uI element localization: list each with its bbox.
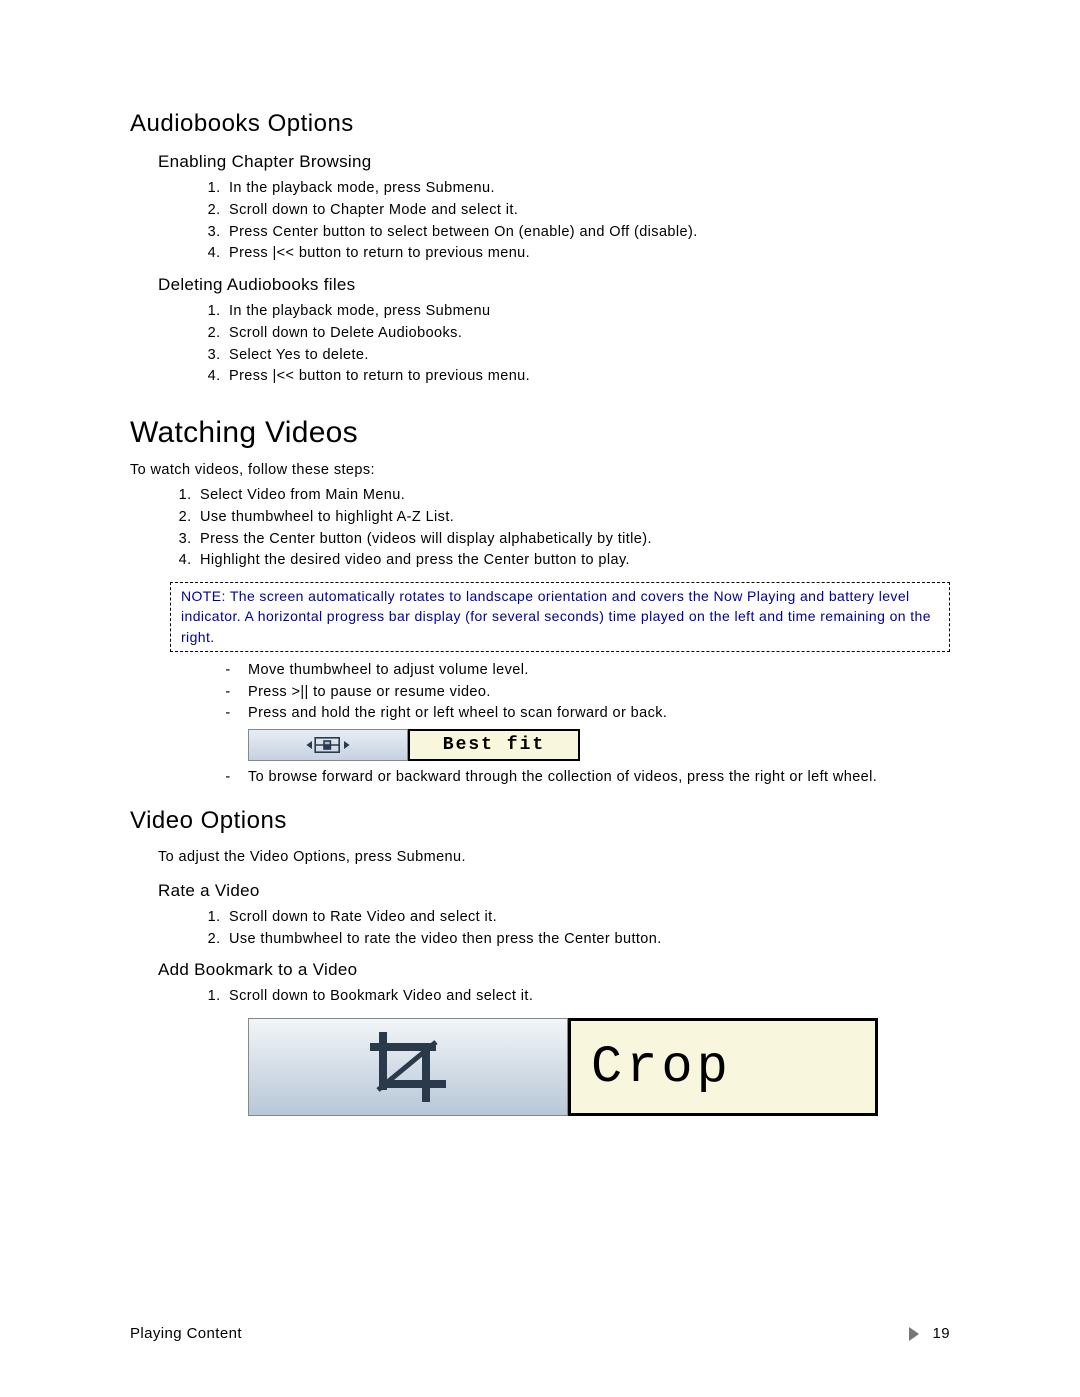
heading-add-bookmark: Add Bookmark to a Video bbox=[158, 960, 950, 980]
crop-label: Crop bbox=[591, 1038, 732, 1097]
list-item: Select Video from Main Menu. bbox=[196, 485, 950, 507]
best-fit-label: Best fit bbox=[443, 735, 545, 755]
heading-video-options: Video Options bbox=[130, 807, 950, 835]
list-item: In the playback mode, press Submenu. bbox=[225, 178, 950, 200]
list-item: Press |<< button to return to previous m… bbox=[225, 243, 950, 265]
list-item: Select Yes to delete. bbox=[225, 345, 950, 367]
list-bookmark-steps: Scroll down to Bookmark Video and select… bbox=[225, 986, 950, 1008]
dash-item: - Move thumbwheel to adjust volume level… bbox=[208, 660, 950, 682]
list-item: Highlight the desired video and press th… bbox=[196, 550, 950, 572]
dash-item: - Press and hold the right or left wheel… bbox=[208, 703, 950, 725]
list-watching-steps: Select Video from Main Menu. Use thumbwh… bbox=[196, 485, 950, 572]
dash-item: - Press >|| to pause or resume video. bbox=[208, 682, 950, 704]
dash-bullet: - bbox=[208, 703, 248, 725]
dash-text: Press and hold the right or left wheel t… bbox=[248, 703, 950, 725]
list-item: Press |<< button to return to previous m… bbox=[225, 366, 950, 388]
list-item: In the playback mode, press Submenu bbox=[225, 301, 950, 323]
dash-item: - To browse forward or backward through … bbox=[208, 767, 950, 789]
list-item: Scroll down to Delete Audiobooks. bbox=[225, 323, 950, 345]
heading-rate-video: Rate a Video bbox=[158, 881, 950, 901]
crop-graphic: Crop bbox=[248, 1018, 950, 1116]
heading-deleting-audiobooks: Deleting Audiobooks files bbox=[158, 275, 950, 295]
crop-label-panel: Crop bbox=[568, 1018, 878, 1116]
crop-icon-panel bbox=[248, 1018, 568, 1116]
list-item: Press the Center button (videos will dis… bbox=[196, 529, 950, 551]
list-item: Scroll down to Rate Video and select it. bbox=[225, 907, 950, 929]
list-rate-video-steps: Scroll down to Rate Video and select it.… bbox=[225, 907, 950, 951]
list-chapter-browsing-steps: In the playback mode, press Submenu. Scr… bbox=[225, 178, 950, 265]
note-landscape-orientation: NOTE: The screen automatically rotates t… bbox=[170, 582, 950, 652]
list-item: Scroll down to Chapter Mode and select i… bbox=[225, 200, 950, 222]
best-fit-graphic: Best fit bbox=[248, 729, 950, 761]
footer-page-number: 19 bbox=[933, 1325, 951, 1342]
dash-bullet: - bbox=[208, 660, 248, 682]
fit-screen-icon bbox=[303, 733, 353, 757]
video-options-intro: To adjust the Video Options, press Subme… bbox=[158, 849, 950, 865]
watching-intro: To watch videos, follow these steps: bbox=[130, 460, 950, 481]
dash-text: Move thumbwheel to adjust volume level. bbox=[248, 660, 950, 682]
footer-section: Playing Content bbox=[130, 1325, 242, 1342]
heading-audiobooks-options: Audiobooks Options bbox=[130, 110, 950, 138]
list-item: Use thumbwheel to rate the video then pr… bbox=[225, 929, 950, 951]
dash-bullet: - bbox=[208, 682, 248, 704]
best-fit-icon-panel bbox=[248, 729, 408, 761]
list-item: Press Center button to select between On… bbox=[225, 222, 950, 244]
list-deleting-audiobooks-steps: In the playback mode, press Submenu Scro… bbox=[225, 301, 950, 388]
best-fit-label-panel: Best fit bbox=[408, 729, 580, 761]
dash-text: To browse forward or backward through th… bbox=[248, 767, 950, 789]
heading-enabling-chapter-browsing: Enabling Chapter Browsing bbox=[158, 152, 950, 172]
heading-watching-videos: Watching Videos bbox=[130, 416, 950, 450]
crop-icon bbox=[348, 1032, 468, 1102]
footer-triangle-icon bbox=[909, 1327, 919, 1341]
list-item: Use thumbwheel to highlight A-Z List. bbox=[196, 507, 950, 529]
list-item: Scroll down to Bookmark Video and select… bbox=[225, 986, 950, 1008]
dash-text: Press >|| to pause or resume video. bbox=[248, 682, 950, 704]
dash-bullet: - bbox=[208, 767, 248, 789]
